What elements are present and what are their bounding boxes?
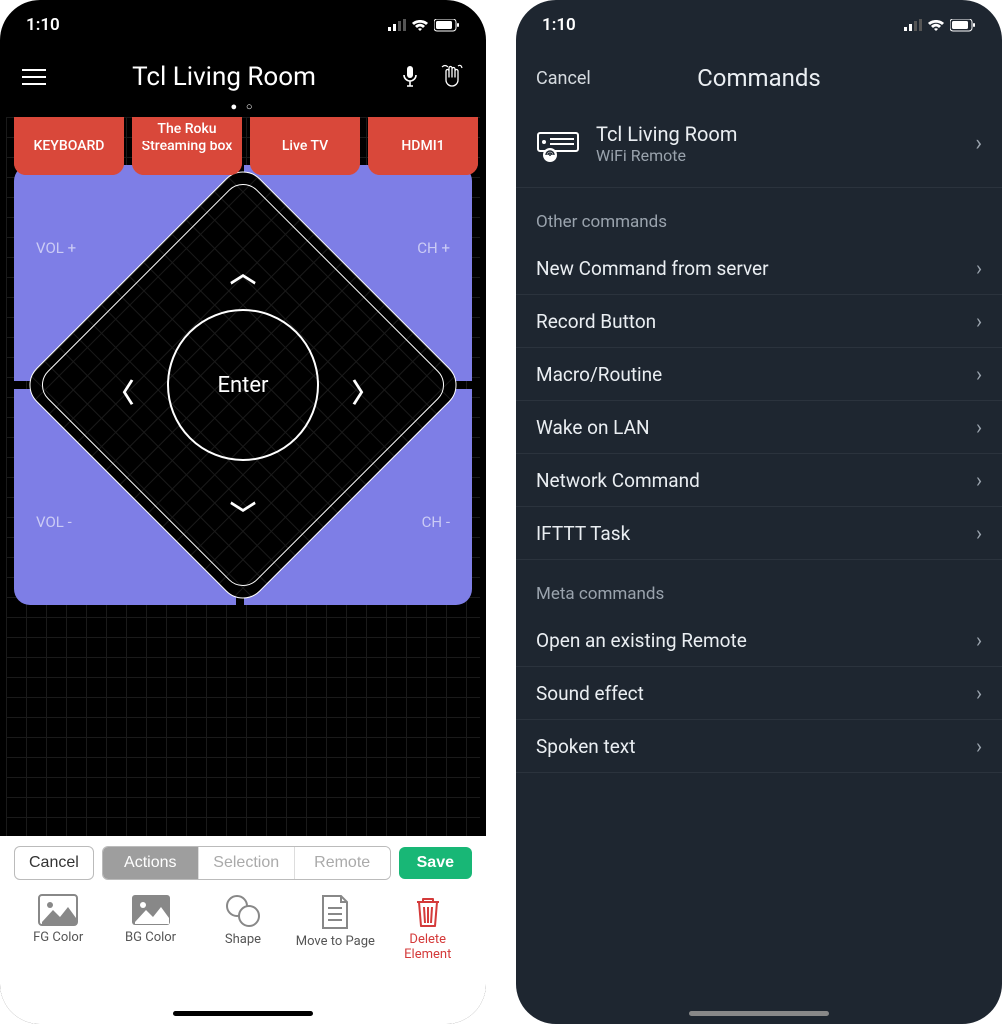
home-indicator xyxy=(173,1011,313,1016)
battery-icon xyxy=(950,19,976,32)
chevron-right-icon: › xyxy=(976,256,982,280)
section-meta: Meta commands xyxy=(516,560,1002,614)
list-item[interactable]: Open an existing Remote › xyxy=(516,614,1002,667)
page-icon xyxy=(320,894,350,930)
page-title: Commands xyxy=(697,64,821,92)
status-time: 1:10 xyxy=(26,15,60,35)
chevron-right-icon: › xyxy=(976,628,982,652)
status-time: 1:10 xyxy=(542,15,576,35)
dpad-right-icon[interactable]: 〉 xyxy=(352,373,378,410)
mode-segment: Actions Selection Remote xyxy=(102,846,391,880)
image-icon xyxy=(38,894,78,926)
delete-element-tool[interactable]: Delete Element xyxy=(388,894,468,962)
item-label: Network Command xyxy=(536,469,700,492)
chevron-right-icon: › xyxy=(976,681,982,705)
tool-label: Move to Page xyxy=(296,934,375,949)
tool-label: FG Color xyxy=(33,930,83,945)
roku-button[interactable]: The Roku xyxy=(132,117,242,141)
image-icon xyxy=(131,894,171,926)
tool-label: Shape xyxy=(225,932,261,947)
list-item[interactable]: Wake on LAN › xyxy=(516,401,1002,454)
status-bar: 1:10 xyxy=(0,0,486,50)
edit-toolbar: Cancel Actions Selection Remote Save FG … xyxy=(0,836,486,1024)
page-title: Tcl Living Room xyxy=(132,62,316,92)
chevron-right-icon: › xyxy=(976,468,982,492)
mic-icon[interactable] xyxy=(402,65,418,89)
item-label: Spoken text xyxy=(536,735,635,758)
item-label: Open an existing Remote xyxy=(536,629,747,652)
device-icon xyxy=(536,129,580,159)
remote-canvas: HOME PLAY PAUSE MUTE VOL + CH + VOL - CH… xyxy=(6,117,480,837)
cancel-button[interactable]: Cancel xyxy=(14,846,94,880)
fg-color-tool[interactable]: FG Color xyxy=(18,894,98,962)
keyboard-button[interactable]: KEYBOARD xyxy=(14,117,124,175)
item-label: Wake on LAN xyxy=(536,416,650,439)
shapes-icon xyxy=(225,894,261,928)
list-item[interactable]: Sound effect › xyxy=(516,667,1002,720)
livetv-button[interactable]: Live TV xyxy=(250,117,360,175)
device-row[interactable]: Tcl Living Room WiFi Remote › xyxy=(516,106,1002,188)
list-item[interactable]: New Command from server › xyxy=(516,242,1002,295)
item-label: Sound effect xyxy=(536,682,644,705)
device-subtitle: WiFi Remote xyxy=(596,146,737,165)
item-label: New Command from server xyxy=(536,257,769,280)
dpad-down-icon[interactable]: ﹀ xyxy=(230,495,256,532)
battery-icon xyxy=(434,19,460,32)
status-icons xyxy=(388,19,460,32)
shape-tool[interactable]: Shape xyxy=(203,894,283,962)
left-phone: 1:10 Tcl Living Room ● ○ HOME PLAY PAUSE… xyxy=(0,0,486,1024)
bg-color-tool[interactable]: BG Color xyxy=(111,894,191,962)
wifi-icon xyxy=(927,19,945,32)
dpad-up-icon[interactable]: ︿ xyxy=(230,253,256,290)
pager-dots: ● ○ xyxy=(0,100,486,113)
device-name: Tcl Living Room xyxy=(596,122,737,146)
seg-selection[interactable]: Selection xyxy=(198,847,294,879)
list-item[interactable]: Spoken text › xyxy=(516,720,1002,773)
item-label: IFTTT Task xyxy=(536,522,630,545)
list-item[interactable]: Macro/Routine › xyxy=(516,348,1002,401)
chevron-right-icon: › xyxy=(976,734,982,758)
status-icons xyxy=(904,19,976,32)
cancel-button[interactable]: Cancel xyxy=(536,68,591,89)
chevron-right-icon: › xyxy=(976,309,982,333)
signal-icon xyxy=(904,19,922,31)
move-page-tool[interactable]: Move to Page xyxy=(295,894,375,962)
home-indicator xyxy=(689,1011,829,1016)
chevron-right-icon: › xyxy=(976,415,982,439)
wifi-icon xyxy=(411,19,429,32)
signal-icon xyxy=(388,19,406,31)
seg-actions[interactable]: Actions xyxy=(103,847,198,879)
enter-button[interactable]: Enter xyxy=(167,309,319,461)
save-button[interactable]: Save xyxy=(399,847,472,879)
tool-label: BG Color xyxy=(125,930,176,945)
list-item[interactable]: IFTTT Task › xyxy=(516,507,1002,560)
dpad-left-icon[interactable]: 〈 xyxy=(108,373,134,410)
chevron-right-icon: › xyxy=(976,362,982,386)
seg-remote[interactable]: Remote xyxy=(294,847,390,879)
item-label: Macro/Routine xyxy=(536,363,662,386)
status-bar: 1:10 xyxy=(516,0,1002,50)
chevron-right-icon: › xyxy=(975,131,982,156)
trash-icon xyxy=(413,894,443,928)
hand-icon[interactable] xyxy=(440,64,464,90)
menu-icon[interactable] xyxy=(22,69,46,85)
section-other: Other commands xyxy=(516,188,1002,242)
list-item[interactable]: Network Command › xyxy=(516,454,1002,507)
list-item[interactable]: Record Button › xyxy=(516,295,1002,348)
navbar: Tcl Living Room xyxy=(0,50,486,104)
item-label: Record Button xyxy=(536,310,656,333)
hdmi1-button[interactable]: HDMI1 xyxy=(368,117,478,175)
navbar: Cancel Commands xyxy=(516,50,1002,106)
right-phone: 1:10 Cancel Commands Tcl Living Room WiF… xyxy=(516,0,1002,1024)
chevron-right-icon: › xyxy=(976,521,982,545)
tool-label: Delete Element xyxy=(388,932,468,962)
